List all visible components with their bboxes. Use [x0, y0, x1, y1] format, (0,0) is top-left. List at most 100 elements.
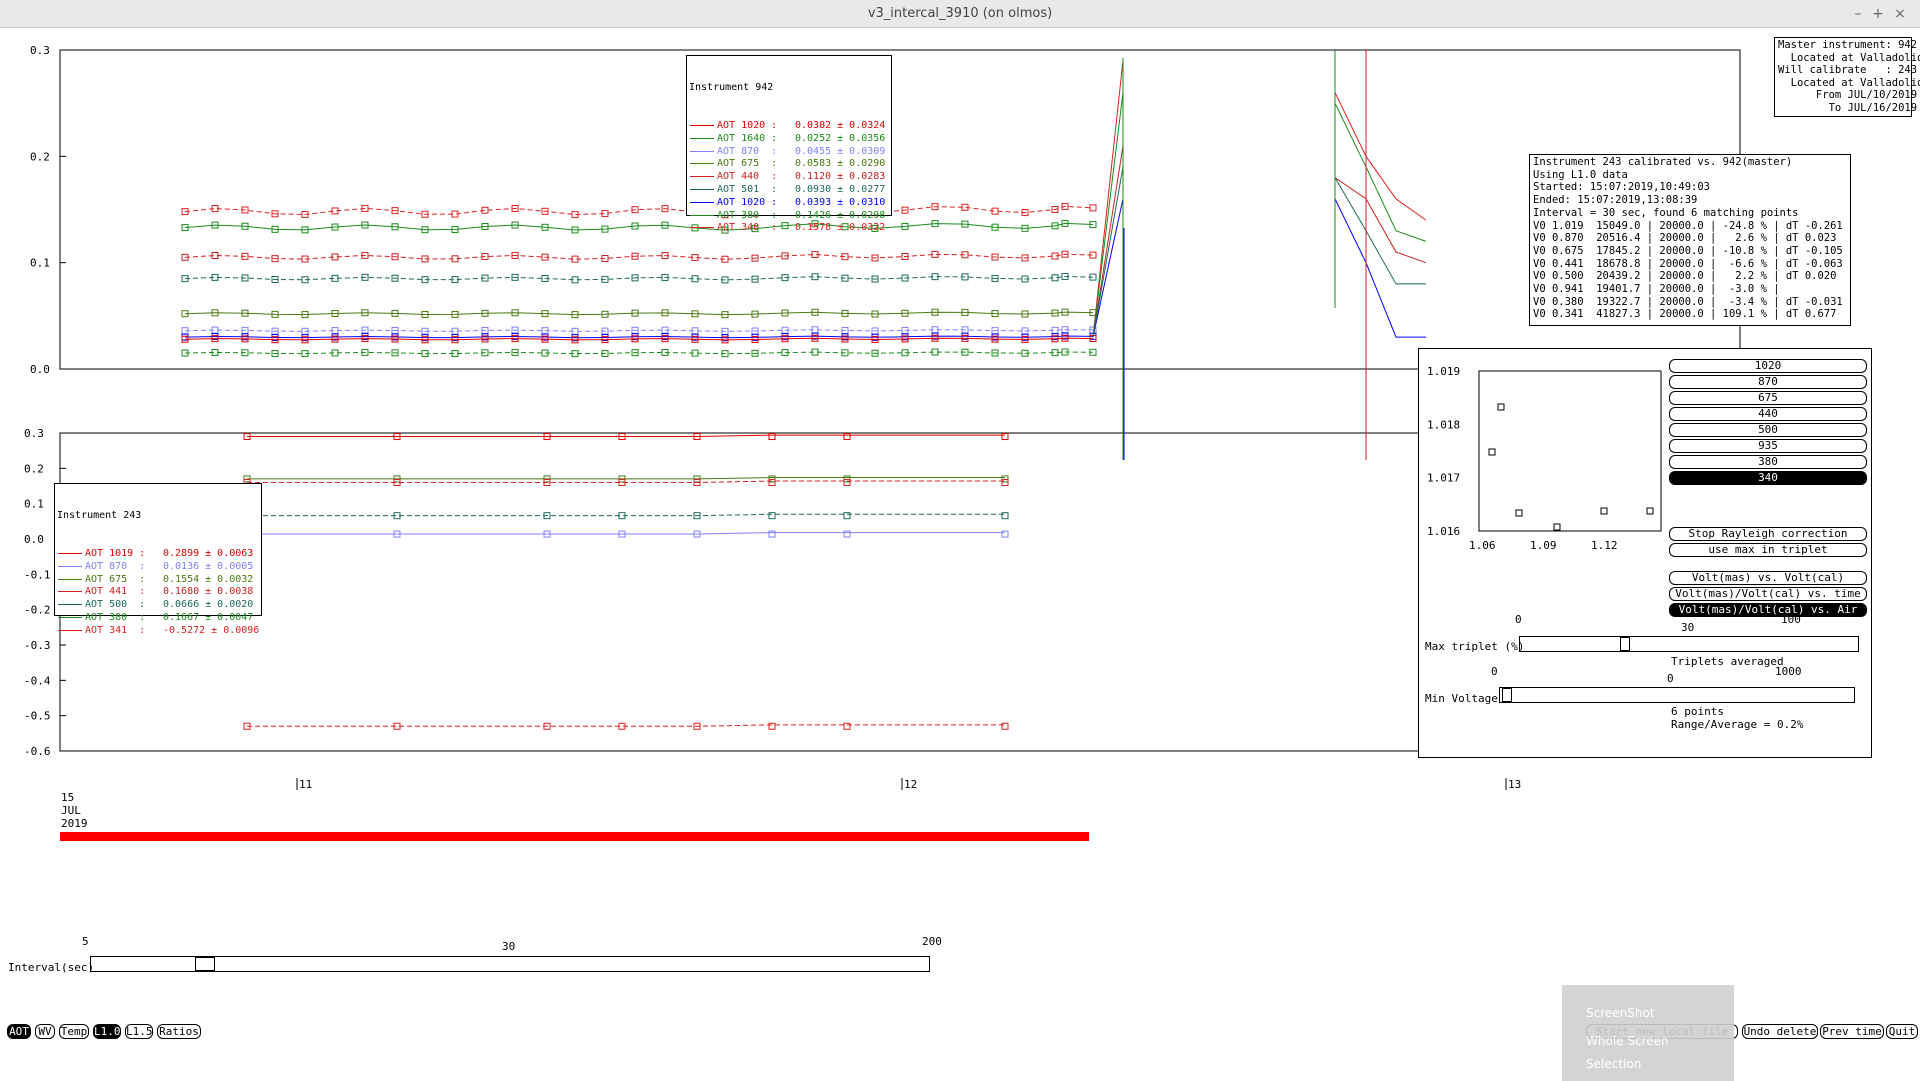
option-button[interactable]: Stop Rayleigh correction	[1669, 527, 1867, 541]
mini-chart-frame	[1478, 370, 1662, 532]
mode-button[interactable]: Volt(mas) vs. Volt(cal)	[1669, 571, 1867, 585]
max-triplet-mid: 30	[1681, 621, 1695, 634]
legend-label: AOT 1640 :	[717, 132, 778, 144]
context-menu: ScreenShot Whole Screen Selection	[1562, 985, 1734, 1081]
mode-button[interactable]: Volt(mas)/Volt(cal) vs. time	[1669, 587, 1867, 601]
top-series-line	[184, 253, 1094, 260]
top-series-line	[184, 337, 1094, 341]
bottom-y-tick-label: 0.1	[24, 498, 44, 511]
bottom-legend: Instrument 243 AOT 1019 : 0.2899 ± 0.0063…	[54, 483, 262, 636]
toggle-l1.0[interactable]: L1.0	[93, 1024, 121, 1039]
wavelength-button-935[interactable]: 935	[1669, 439, 1867, 453]
min-voltage-label: Min Voltage	[1425, 692, 1498, 705]
mini-x-tick-label: 1.12	[1591, 539, 1618, 552]
top-series-line	[184, 351, 1094, 355]
minimize-icon[interactable]: –	[1848, 4, 1868, 24]
app-canvas: 0.3 0.2 0.1 0.0 0.3 0.2 0.1 0.0 -0.1 -0.2 -0.3 -0.4…	[0, 28, 1920, 1081]
bottom-series-marker	[1001, 722, 1009, 730]
legend-swatch	[58, 616, 82, 618]
mini-y-tick-label: 1.018	[1427, 418, 1460, 431]
master-info-line: To JUL/16/2019	[1778, 101, 1918, 114]
top-y-tick-label: 0.1	[30, 257, 50, 270]
right-series-line	[1334, 102, 1427, 242]
legend-entry: AOT 501 : 0.0930 ± 0.0277	[687, 184, 891, 197]
legend-swatch	[690, 150, 714, 152]
legend-label: AOT 441 :	[85, 586, 146, 598]
interval-min: 5	[82, 935, 89, 948]
max-triplet-label: Max triplet (%)	[1425, 640, 1525, 653]
legend-value: 0.0393 ± 0.0310	[795, 196, 886, 208]
legend-entry: AOT 1020 : 0.0393 ± 0.0310	[687, 197, 891, 210]
legend-swatch	[58, 591, 82, 593]
mini-chart-point	[1600, 507, 1608, 515]
bottom-y-tick-label: 0.0	[24, 533, 44, 546]
wavelength-button-675[interactable]: 675	[1669, 391, 1867, 405]
legend-label: AOT 1020 :	[717, 119, 778, 131]
mini-chart-point	[1646, 507, 1654, 515]
toggle-l1.5[interactable]: L1.5	[125, 1024, 153, 1039]
toggle-ratios[interactable]: Ratios	[157, 1024, 201, 1039]
legend-label: AOT 341 :	[85, 624, 146, 636]
action-button[interactable]: Quit	[1886, 1024, 1918, 1039]
time-range-bar[interactable]	[60, 832, 1089, 841]
legend-entry: AOT 870 : 0.0455 ± 0.0309	[687, 146, 891, 159]
legend-entry: AOT 380 : 0.1426 ± 0.0298	[687, 210, 891, 223]
calib-info-line: V0 0.500 20439.2 | 20000.0 | 2.2 % | dT …	[1533, 270, 1837, 283]
max-triplet-handle[interactable]	[1620, 637, 1630, 651]
wavelength-button-440[interactable]: 440	[1669, 407, 1867, 421]
legend-value: 0.0252 ± 0.0356	[795, 132, 886, 144]
context-menu-screenshot[interactable]: ScreenShot	[1586, 1006, 1655, 1020]
toggle-wv[interactable]: WV	[35, 1024, 55, 1039]
bottom-y-tick-label: -0.3	[24, 639, 51, 652]
min-voltage-handle[interactable]	[1502, 688, 1512, 702]
context-menu-whole-screen[interactable]: Whole Screen	[1586, 1034, 1669, 1048]
wavelength-button-870[interactable]: 870	[1669, 375, 1867, 389]
mode-button[interactable]: Volt(mas)/Volt(cal) vs. Air Mass	[1669, 603, 1867, 628]
legend-label: AOT 440 :	[717, 171, 778, 183]
option-button[interactable]: use max in triplet	[1669, 543, 1867, 557]
bottom-y-tick-label: -0.1	[24, 568, 51, 581]
max-triplet-slider[interactable]	[1519, 636, 1859, 652]
calib-info-line: V0 0.675 17845.2 | 20000.0 | -10.8 % | d…	[1533, 244, 1843, 257]
master-info-line: Located at Valladolid	[1778, 51, 1920, 64]
legend-value: 0.0930 ± 0.0277	[795, 183, 886, 195]
bottom-series-marker	[768, 530, 776, 538]
legend-label: AOT 501 :	[717, 183, 778, 195]
min-voltage-mid: 0	[1667, 672, 1674, 685]
action-button[interactable]: Undo delete	[1742, 1024, 1818, 1039]
wavelength-button-1020[interactable]: 1020	[1669, 359, 1867, 373]
legend-entry: AOT 1640 : 0.0252 ± 0.0356	[687, 133, 891, 146]
action-button[interactable]: Prev time	[1820, 1024, 1884, 1039]
master-info-line: Located at Valladolid	[1778, 76, 1920, 89]
date-tick-label: 13	[1508, 778, 1521, 791]
top-series-line	[184, 276, 1094, 281]
wavelength-button-380[interactable]: 380	[1669, 455, 1867, 469]
bottom-series-marker	[843, 512, 851, 520]
toggle-aot[interactable]: AOT	[7, 1024, 31, 1039]
bottom-series-marker	[768, 478, 776, 486]
legend-entry: AOT 1019 : 0.2899 ± 0.0063	[55, 548, 261, 561]
close-icon[interactable]: ×	[1890, 4, 1910, 24]
legend-swatch	[690, 188, 714, 190]
wavelength-button-500[interactable]: 500	[1669, 423, 1867, 437]
top-plot-frame	[59, 49, 1741, 370]
interval-handle[interactable]	[195, 957, 215, 971]
master-info-line: Master instrument: 942	[1778, 39, 1918, 51]
maximize-icon[interactable]: +	[1868, 4, 1888, 24]
interval-slider[interactable]	[90, 956, 930, 972]
top-series-line	[184, 335, 1094, 339]
calib-info-line: Interval = 30 sec, found 6 matching poin…	[1533, 206, 1799, 219]
calib-info-line: Ended: 15:07:2019,13:08:39	[1533, 194, 1698, 207]
legend-value: 0.0382 ± 0.0324	[795, 119, 886, 131]
bottom-series-line	[247, 724, 1005, 727]
wavelength-button-340[interactable]: 340	[1669, 471, 1867, 485]
bottom-series-marker	[768, 512, 776, 520]
bottom-series-marker	[1001, 530, 1009, 538]
legend-swatch	[58, 604, 82, 606]
toggle-temp[interactable]: Temp	[59, 1024, 89, 1039]
bottom-series-line	[247, 513, 1005, 517]
spike-line	[1092, 166, 1124, 338]
context-menu-selection[interactable]: Selection	[1586, 1057, 1641, 1071]
mini-chart-point	[1497, 403, 1505, 411]
min-voltage-slider[interactable]	[1499, 687, 1855, 703]
